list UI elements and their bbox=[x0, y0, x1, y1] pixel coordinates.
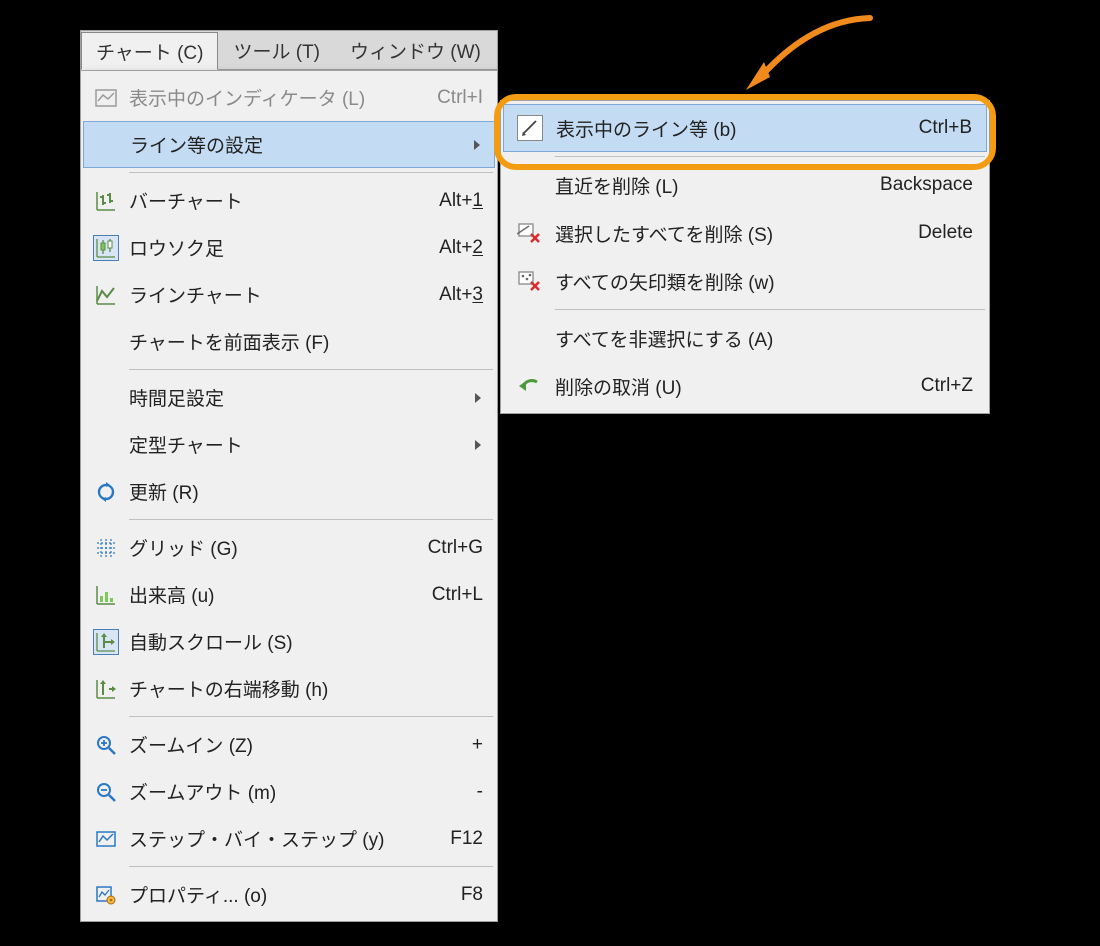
line-chart-icon bbox=[93, 282, 119, 308]
chart-menu: 表示中のインディケータ (L) Ctrl+I ライン等の設定 バーチャート Al… bbox=[80, 70, 498, 922]
submenu-undo-delete-shortcut: Ctrl+Z bbox=[921, 375, 973, 397]
menu-line-chart-shortcut: Alt+3 bbox=[439, 284, 483, 306]
menu-indicators-shortcut: Ctrl+I bbox=[437, 87, 483, 109]
submenu-delete-arrows-label: すべての矢印類を削除 (w) bbox=[555, 268, 973, 295]
menu-bar-chart[interactable]: バーチャート Alt+1 bbox=[83, 177, 495, 224]
zoom-in-icon bbox=[93, 732, 119, 758]
menu-step[interactable]: ステップ・バイ・ステップ (y) F12 bbox=[83, 815, 495, 862]
menu-template-label: 定型チャート bbox=[129, 431, 467, 458]
submenu-delete-arrows[interactable]: すべての矢印類を削除 (w) bbox=[503, 257, 987, 305]
bar-chart-icon bbox=[93, 188, 119, 214]
menu-refresh-label: 更新 (R) bbox=[129, 478, 483, 505]
menu-separator bbox=[129, 866, 493, 867]
menu-properties-shortcut: F8 bbox=[461, 884, 483, 906]
menu-separator bbox=[129, 519, 493, 520]
volume-icon bbox=[93, 582, 119, 608]
submenu-undo-delete[interactable]: 削除の取消 (U) Ctrl+Z bbox=[503, 362, 987, 410]
submenu-arrow-icon bbox=[475, 440, 481, 450]
menu-separator bbox=[129, 369, 493, 370]
annotation-arrow-icon bbox=[740, 10, 880, 100]
menu-timeframe-label: 時間足設定 bbox=[129, 384, 467, 411]
menu-indicators: 表示中のインディケータ (L) Ctrl+I bbox=[83, 74, 495, 121]
grid-icon bbox=[93, 535, 119, 561]
menu-volume-shortcut: Ctrl+L bbox=[432, 584, 483, 606]
menu-zoom-out-shortcut: - bbox=[477, 781, 483, 803]
menu-candle-shortcut: Alt+2 bbox=[439, 237, 483, 259]
submenu-deselect-all-label: すべてを非選択にする (A) bbox=[555, 325, 973, 352]
submenu-separator bbox=[555, 309, 985, 310]
step-icon bbox=[93, 826, 119, 852]
menu-volume[interactable]: 出来高 (u) Ctrl+L bbox=[83, 571, 495, 618]
menu-refresh[interactable]: 更新 (R) bbox=[83, 468, 495, 515]
menu-indicators-label: 表示中のインディケータ (L) bbox=[129, 84, 427, 111]
submenu-delete-last-label: 直近を削除 (L) bbox=[555, 172, 870, 199]
menu-front[interactable]: チャートを前面表示 (F) bbox=[83, 318, 495, 365]
properties-icon bbox=[93, 882, 119, 908]
menu-line-chart[interactable]: ラインチャート Alt+3 bbox=[83, 271, 495, 318]
submenu-delete-last-shortcut: Backspace bbox=[880, 174, 973, 196]
line-settings-submenu: 表示中のライン等 (b) Ctrl+B 直近を削除 (L) Backspace … bbox=[500, 100, 990, 414]
menu-template[interactable]: 定型チャート bbox=[83, 421, 495, 468]
menu-grid-shortcut: Ctrl+G bbox=[428, 537, 483, 559]
menu-shift[interactable]: チャートの右端移動 (h) bbox=[83, 665, 495, 712]
menu-line-settings-label: ライン等の設定 bbox=[130, 131, 466, 158]
menu-line-settings[interactable]: ライン等の設定 bbox=[83, 121, 495, 168]
menu-candle-label: ロウソク足 bbox=[129, 234, 429, 261]
menu-zoom-in-shortcut: + bbox=[472, 734, 483, 756]
menu-autoscroll[interactable]: 自動スクロール (S) bbox=[83, 618, 495, 665]
menu-zoom-in[interactable]: ズームイン (Z) + bbox=[83, 721, 495, 768]
menu-separator bbox=[129, 172, 493, 173]
submenu-object-list-label: 表示中のライン等 (b) bbox=[556, 115, 909, 142]
menu-bar-chart-shortcut: Alt+1 bbox=[439, 190, 483, 212]
menubar-window[interactable]: ウィンドウ (W) bbox=[335, 31, 496, 69]
submenu-delete-selected[interactable]: 選択したすべてを削除 (S) Delete bbox=[503, 209, 987, 257]
indicators-icon bbox=[93, 85, 119, 111]
submenu-delete-selected-shortcut: Delete bbox=[918, 222, 973, 244]
submenu-deselect-all[interactable]: すべてを非選択にする (A) bbox=[503, 314, 987, 362]
menu-step-label: ステップ・バイ・ステップ (y) bbox=[129, 825, 440, 852]
menubar-tool[interactable]: ツール (T) bbox=[218, 31, 335, 69]
menu-zoom-out[interactable]: ズームアウト (m) - bbox=[83, 768, 495, 815]
submenu-delete-selected-label: 選択したすべてを削除 (S) bbox=[555, 220, 908, 247]
menu-volume-label: 出来高 (u) bbox=[129, 581, 422, 608]
delete-selected-icon bbox=[516, 220, 542, 246]
menu-grid-label: グリッド (G) bbox=[129, 534, 418, 561]
menu-autoscroll-label: 自動スクロール (S) bbox=[129, 628, 483, 655]
submenu-undo-delete-label: 削除の取消 (U) bbox=[555, 373, 911, 400]
menu-zoom-in-label: ズームイン (Z) bbox=[129, 731, 462, 758]
submenu-delete-last[interactable]: 直近を削除 (L) Backspace bbox=[503, 161, 987, 209]
object-list-icon bbox=[517, 115, 543, 141]
chart-shift-icon bbox=[93, 676, 119, 702]
menu-candle[interactable]: ロウソク足 Alt+2 bbox=[83, 224, 495, 271]
candlestick-icon bbox=[93, 235, 119, 261]
delete-arrows-icon bbox=[516, 268, 542, 294]
menu-front-label: チャートを前面表示 (F) bbox=[129, 328, 483, 355]
menu-line-chart-label: ラインチャート bbox=[129, 281, 429, 308]
menubar-chart[interactable]: チャート (C) bbox=[81, 32, 218, 70]
zoom-out-icon bbox=[93, 779, 119, 805]
menu-separator bbox=[129, 716, 493, 717]
menu-shift-label: チャートの右端移動 (h) bbox=[129, 675, 483, 702]
submenu-arrow-icon bbox=[475, 393, 481, 403]
submenu-arrow-icon bbox=[474, 140, 480, 150]
autoscroll-icon bbox=[93, 629, 119, 655]
menubar: チャート (C) ツール (T) ウィンドウ (W) bbox=[80, 30, 498, 70]
menu-properties-label: プロパティ... (o) bbox=[129, 881, 451, 908]
menu-bar-chart-label: バーチャート bbox=[129, 187, 429, 214]
refresh-icon bbox=[93, 479, 119, 505]
menu-properties[interactable]: プロパティ... (o) F8 bbox=[83, 871, 495, 918]
submenu-separator bbox=[555, 156, 985, 157]
menu-step-shortcut: F12 bbox=[450, 828, 483, 850]
submenu-object-list-shortcut: Ctrl+B bbox=[919, 117, 972, 139]
menu-grid[interactable]: グリッド (G) Ctrl+G bbox=[83, 524, 495, 571]
menu-zoom-out-label: ズームアウト (m) bbox=[129, 778, 467, 805]
undo-icon bbox=[516, 373, 542, 399]
menu-timeframe[interactable]: 時間足設定 bbox=[83, 374, 495, 421]
submenu-object-list[interactable]: 表示中のライン等 (b) Ctrl+B bbox=[503, 104, 987, 152]
